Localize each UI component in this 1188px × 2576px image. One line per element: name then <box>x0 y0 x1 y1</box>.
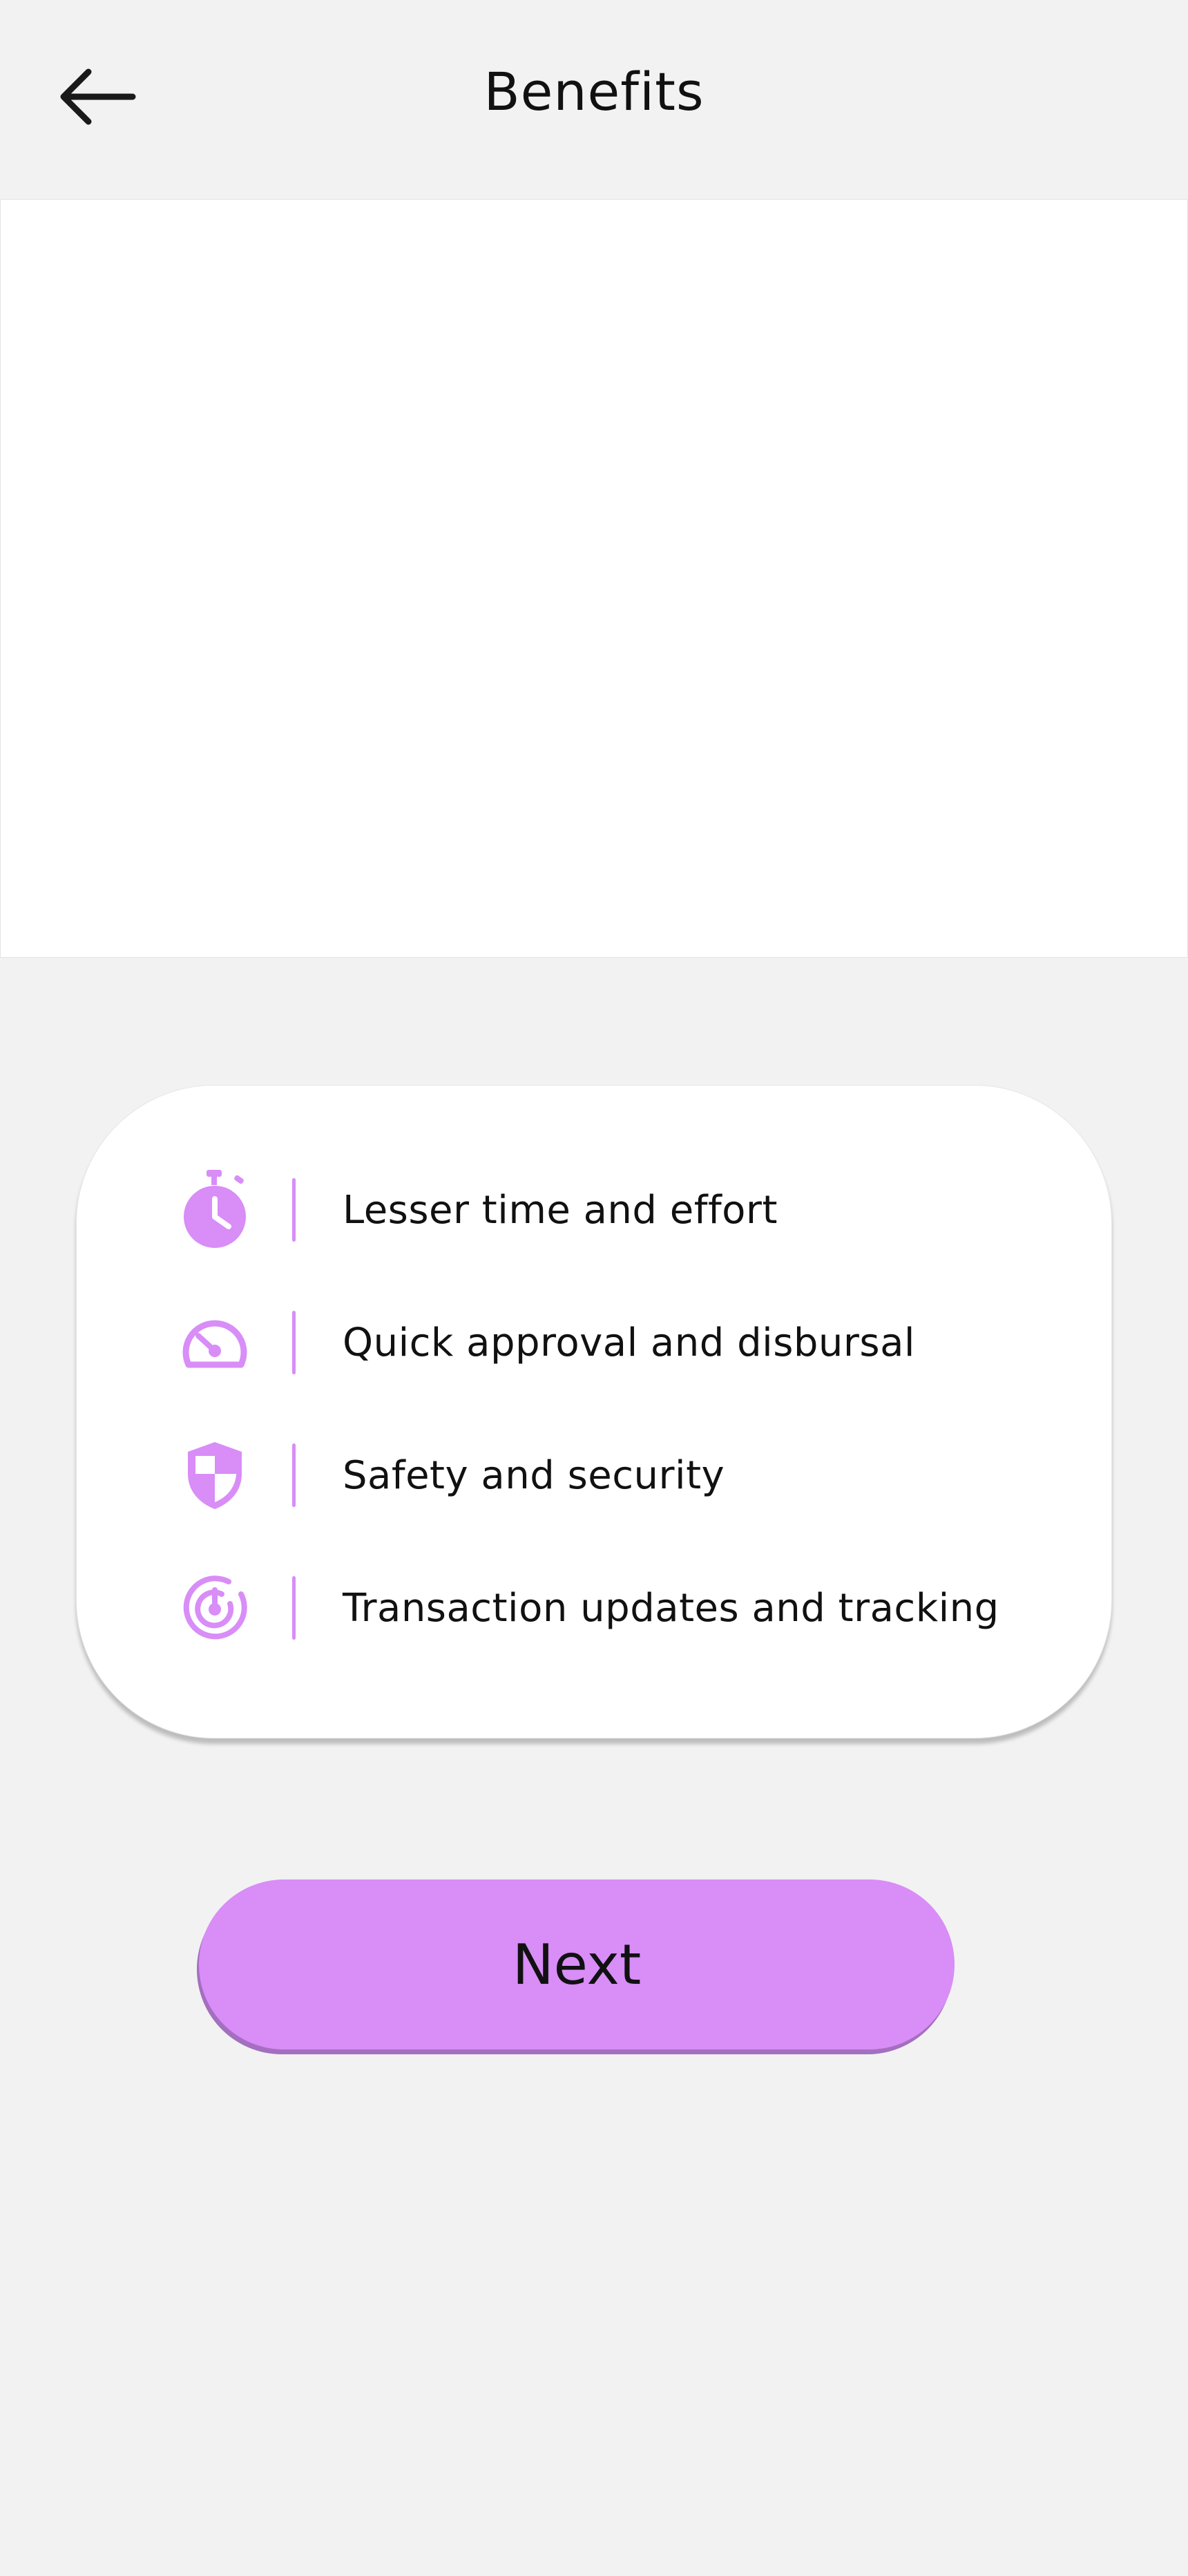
benefits-card: Lesser time and effort Quick approval an… <box>76 1085 1112 1739</box>
shield-icon <box>180 1441 249 1510</box>
benefit-divider <box>292 1443 296 1507</box>
benefit-item-approval: Quick approval and disbursal <box>180 1308 915 1377</box>
stopwatch-icon <box>180 1170 249 1248</box>
benefit-item-tracking: Transaction updates and tracking <box>180 1573 999 1642</box>
benefit-item-security: Safety and security <box>180 1441 725 1510</box>
benefit-divider <box>292 1178 296 1242</box>
next-button[interactable]: Next <box>199 1879 955 2049</box>
banner-image-area <box>0 199 1188 958</box>
benefit-label: Transaction updates and tracking <box>343 1585 999 1631</box>
benefit-label: Lesser time and effort <box>343 1187 778 1233</box>
speedometer-icon <box>180 1308 249 1377</box>
benefit-label: Safety and security <box>343 1452 725 1498</box>
app-header: Benefits <box>0 0 1188 199</box>
benefit-item-time: Lesser time and effort <box>180 1170 778 1248</box>
benefit-divider <box>292 1576 296 1640</box>
target-tracking-icon <box>180 1573 249 1642</box>
page-title: Benefits <box>483 61 705 122</box>
benefit-divider <box>292 1311 296 1374</box>
benefit-label: Quick approval and disbursal <box>343 1320 915 1365</box>
